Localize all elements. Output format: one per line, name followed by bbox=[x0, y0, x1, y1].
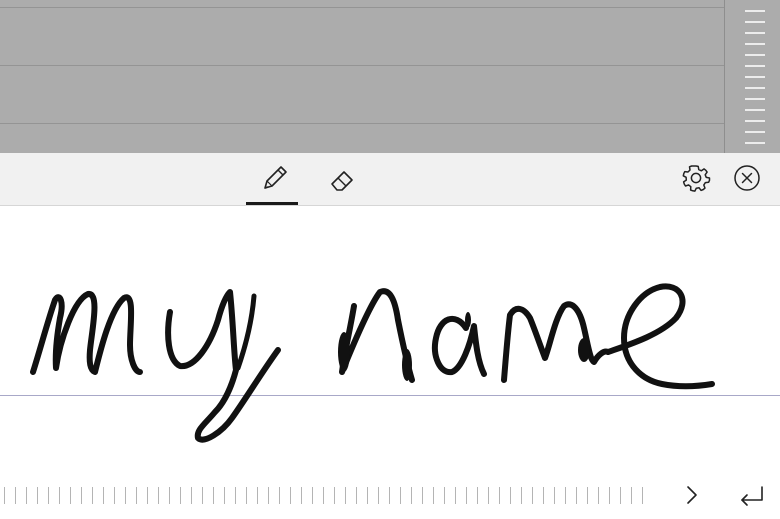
enter-button[interactable] bbox=[732, 475, 772, 515]
scrub-tick bbox=[202, 487, 203, 504]
scrub-tick bbox=[158, 487, 159, 504]
scrub-tick bbox=[598, 487, 599, 504]
scrub-tick bbox=[323, 487, 324, 504]
scroll-tick bbox=[745, 98, 765, 100]
scrub-tick bbox=[378, 487, 379, 504]
scrub-tick bbox=[565, 487, 566, 504]
scrub-tick bbox=[125, 487, 126, 504]
scrub-tick bbox=[345, 487, 346, 504]
scrub-tick bbox=[389, 487, 390, 504]
scroll-tick bbox=[745, 43, 765, 45]
scrub-tick bbox=[620, 487, 621, 504]
scrub-tick bbox=[114, 487, 115, 504]
scrub-tick bbox=[499, 487, 500, 504]
scroll-tick bbox=[745, 142, 765, 144]
scroll-tick bbox=[745, 54, 765, 56]
scrub-tick bbox=[356, 487, 357, 504]
scroll-tick bbox=[745, 32, 765, 34]
scrub-tick bbox=[466, 487, 467, 504]
scrub-tick bbox=[455, 487, 456, 504]
next-button[interactable] bbox=[672, 475, 712, 515]
close-circle-icon bbox=[734, 165, 760, 191]
scroll-tick bbox=[745, 120, 765, 122]
scrub-tick bbox=[290, 487, 291, 504]
close-button[interactable] bbox=[727, 158, 767, 198]
scrub-tick bbox=[103, 487, 104, 504]
scrub-tick bbox=[268, 487, 269, 504]
scrub-tick bbox=[92, 487, 93, 504]
scrub-tick bbox=[334, 487, 335, 504]
scrub-tick bbox=[444, 487, 445, 504]
scrub-tick bbox=[312, 487, 313, 504]
scrub-tick bbox=[400, 487, 401, 504]
scroll-tick bbox=[745, 109, 765, 111]
scrub-tick bbox=[543, 487, 544, 504]
scrub-tick bbox=[4, 487, 5, 504]
scroll-tick bbox=[745, 21, 765, 23]
scrub-tick bbox=[554, 487, 555, 504]
ruled-line bbox=[0, 65, 725, 66]
scrub-tick bbox=[70, 487, 71, 504]
scrub-tick bbox=[15, 487, 16, 504]
scroll-tick bbox=[745, 10, 765, 12]
scrub-tick bbox=[191, 487, 192, 504]
scrub-tick bbox=[532, 487, 533, 504]
scroll-tick bbox=[745, 65, 765, 67]
ruled-line bbox=[0, 7, 725, 8]
scrub-tick bbox=[48, 487, 49, 504]
scrub-tick bbox=[246, 487, 247, 504]
scrub-tick bbox=[433, 487, 434, 504]
handwriting-toolbar bbox=[0, 153, 780, 206]
pen-tool-button[interactable] bbox=[254, 157, 294, 197]
scrub-tick bbox=[235, 487, 236, 504]
scrub-tick bbox=[59, 487, 60, 504]
scroll-tick bbox=[745, 87, 765, 89]
margin-line bbox=[724, 0, 725, 153]
eraser-tool-button[interactable] bbox=[322, 159, 362, 199]
chevron-right-icon bbox=[687, 486, 697, 504]
eraser-icon bbox=[331, 171, 353, 191]
document-area bbox=[0, 0, 780, 153]
scrub-tick bbox=[367, 487, 368, 504]
return-icon bbox=[741, 486, 763, 506]
scrub-tick bbox=[422, 487, 423, 504]
scrub-tick bbox=[26, 487, 27, 504]
scrub-tick bbox=[609, 487, 610, 504]
scrub-tick bbox=[81, 487, 82, 504]
scrub-tick bbox=[169, 487, 170, 504]
scrub-tick bbox=[631, 487, 632, 504]
scrub-tick bbox=[411, 487, 412, 504]
scrub-tick bbox=[147, 487, 148, 504]
scrub-tick bbox=[587, 487, 588, 504]
ruled-line bbox=[0, 123, 725, 124]
position-scrubber[interactable] bbox=[0, 487, 650, 505]
scrub-tick bbox=[521, 487, 522, 504]
scroll-tick bbox=[745, 131, 765, 133]
scrub-tick bbox=[488, 487, 489, 504]
scrub-tick bbox=[576, 487, 577, 504]
scrub-tick bbox=[642, 487, 643, 504]
scrub-tick bbox=[180, 487, 181, 504]
gear-icon bbox=[682, 165, 711, 192]
selected-tool-indicator bbox=[246, 202, 298, 205]
handwritten-ink bbox=[30, 283, 715, 443]
scrub-tick bbox=[510, 487, 511, 504]
settings-button[interactable] bbox=[676, 158, 716, 198]
scrub-tick bbox=[136, 487, 137, 504]
scrub-tick bbox=[37, 487, 38, 504]
scrub-tick bbox=[257, 487, 258, 504]
scrub-tick bbox=[213, 487, 214, 504]
scrub-tick bbox=[224, 487, 225, 504]
scrub-tick bbox=[279, 487, 280, 504]
scrub-tick bbox=[301, 487, 302, 504]
scroll-tick bbox=[745, 76, 765, 78]
pen-icon bbox=[264, 166, 287, 189]
scrub-tick bbox=[477, 487, 478, 504]
